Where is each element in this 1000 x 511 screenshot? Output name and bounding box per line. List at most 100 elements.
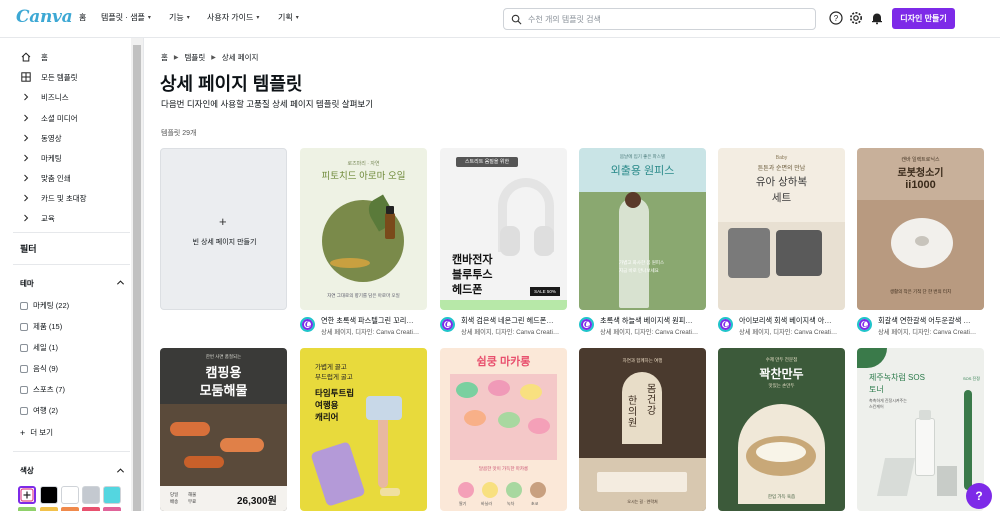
sidebar-divider [13, 264, 130, 265]
template-text: 튼튼과 순면의 만남 [757, 166, 806, 172]
show-more-link[interactable]: + 더 보기 [20, 427, 53, 438]
sidebar-item-business[interactable]: 비즈니스 [20, 89, 69, 105]
chevron-down-icon: ▾ [256, 15, 260, 21]
theme-checkbox-product[interactable]: 제품 (15) [20, 321, 62, 332]
sidebar-item-home[interactable]: 홈 [20, 49, 48, 65]
template-thumbnail[interactable]: 캔바 일렉트로닉스 로봇청소기 ii1000 생활의 작은 기적 단 한 번의 … [857, 148, 984, 310]
chevron-up-icon[interactable] [116, 278, 125, 287]
canva-logo[interactable]: Canva [16, 7, 73, 27]
template-text: 블루투스 [452, 269, 493, 281]
template-thumbnail[interactable]: 한번 사면 품절되는 캠핑용 모둠해물 당일 배송 해물 무료 26,300원 [160, 348, 287, 511]
creator-avatar[interactable]: C [300, 317, 315, 332]
template-thumbnail[interactable]: 로즈마리 · 자연 피토치드 아로마 오일 자연 그대로의 향기를 담은 아로마… [300, 148, 427, 310]
creator-avatar[interactable]: C [440, 317, 455, 332]
creator-avatar[interactable]: C [857, 317, 872, 332]
sidebar-item-all-templates[interactable]: 모든 템플릿 [20, 69, 78, 85]
template-title[interactable]: 초록색 하늘색 베이지색 원피… [600, 316, 704, 326]
template-thumbnail[interactable]: 쉼쿵 마카롱 달콤한 맛이 가득한 마카롱 딸기 바닐라 녹차 초코 [440, 348, 567, 511]
template-title[interactable]: 연한 초록색 파스텔그린 꼬리… [321, 316, 425, 326]
rainbow-plus-icon [20, 488, 34, 502]
sidebar-item-label: 모든 템플릿 [41, 72, 78, 82]
color-swatch-pink[interactable] [103, 507, 121, 511]
plus-icon: + [219, 214, 227, 229]
chevron-right-icon: ▶ [211, 55, 216, 61]
template-thumbnail[interactable]: 자연과 함께하는 여행 몸건강 한의원 오시는 길 · 연락처 [579, 348, 706, 511]
template-text: 자연과 함께하는 여행 [622, 358, 663, 363]
template-thumbnail[interactable]: 봄날에 입기 좋은 파스텔 외출용 원피스 가볍고 화사한 봄 원피스 지금 바… [579, 148, 706, 310]
flavor-badge [530, 482, 546, 498]
template-text: 맛있는 손만두 [768, 383, 795, 388]
color-picker-button[interactable] [18, 486, 36, 504]
sidebar-item-video[interactable]: 동영상 [20, 130, 62, 146]
oil-bottle-image [385, 213, 395, 239]
template-text: 당일 [170, 492, 179, 497]
color-swatch-gray[interactable] [82, 486, 100, 504]
help-circle-icon[interactable]: ? [829, 11, 843, 25]
template-subtitle: 상세 페이지, 디자인: Canva Creati… [600, 329, 699, 336]
search-input[interactable] [528, 12, 808, 26]
plus-icon: + [20, 427, 26, 438]
nav-planning[interactable]: 기획 ▾ [278, 12, 299, 23]
theme-checkbox-sale[interactable]: 세일 (1) [20, 342, 58, 353]
leaf-decoration [964, 390, 972, 490]
nav-features[interactable]: 기능 ▾ [169, 12, 190, 23]
checkbox[interactable] [20, 322, 28, 331]
creator-avatar[interactable]: C [579, 317, 594, 332]
template-title[interactable]: 회갈색 연한갈색 어두운갈색 … [878, 316, 982, 326]
theme-checkbox-food[interactable]: 음식 (9) [20, 363, 58, 374]
sidebar-item-education[interactable]: 교육 [20, 210, 55, 226]
sidebar-item-custom-print[interactable]: 맞춤 인쇄 [20, 170, 71, 186]
search-bar[interactable] [503, 8, 816, 30]
theme-checkbox-sports[interactable]: 스포츠 (7) [20, 384, 65, 395]
checkbox[interactable] [20, 364, 28, 373]
template-thumbnail[interactable]: 스트리트 음질을 위한 캔바전자 블루투스 헤드폰 SALE 50% [440, 148, 567, 310]
checkbox[interactable] [20, 385, 28, 394]
template-text: 헤드폰 [452, 284, 483, 296]
template-text: 26,300원 [237, 496, 277, 507]
template-thumbnail[interactable]: 가볍게 끌고 부드럽게 굴고 타임투트립 여행용 캐리어 [300, 348, 427, 511]
color-swatch-orange[interactable] [61, 507, 79, 511]
template-thumbnail[interactable]: 제주녹차럼 SOS 토너 촉촉하게 진정시켜주는 스킨케어 SOS 진정 [857, 348, 984, 511]
checkbox[interactable] [20, 301, 28, 310]
sidebar-scrollbar-thumb[interactable] [133, 45, 141, 511]
color-swatch-red[interactable] [82, 507, 100, 511]
create-design-button[interactable]: 디자인 만들기 [892, 8, 955, 29]
template-text: 부드럽게 굴고 [315, 374, 353, 381]
breadcrumb-home[interactable]: 홈 [161, 52, 168, 63]
checkbox-label: 스포츠 (7) [33, 385, 65, 394]
sidebar-item-social-media[interactable]: 소셜 미디어 [20, 110, 78, 126]
template-text: 오시는 길 · 연락처 [627, 499, 658, 504]
macaron-image [488, 380, 510, 396]
checkbox[interactable] [20, 406, 28, 415]
theme-checkbox-marketing[interactable]: 마케팅 (22) [20, 300, 69, 311]
help-button[interactable]: ? [966, 483, 992, 509]
headphone-earcup-image [500, 226, 520, 256]
color-swatch-yellow[interactable] [40, 507, 58, 511]
nav-templates[interactable]: 템플릿 · 샘플 ▾ [101, 12, 151, 23]
color-swatch-cyan[interactable] [103, 486, 121, 504]
sidebar-item-label: 비즈니스 [41, 92, 69, 102]
nav-user-guide[interactable]: 사용자 가이드 ▾ [207, 12, 259, 23]
color-heading: 색상 [20, 466, 34, 475]
nav-home[interactable]: 홈 [79, 12, 86, 23]
template-title[interactable]: 회색 검은색 네온그린 헤드폰… [461, 316, 565, 326]
sidebar-item-marketing[interactable]: 마케팅 [20, 150, 62, 166]
creator-avatar[interactable]: C [718, 317, 733, 332]
color-swatch-white[interactable] [61, 486, 79, 504]
bell-icon[interactable] [870, 11, 884, 25]
theme-checkbox-travel[interactable]: 여행 (2) [20, 405, 58, 416]
template-subtitle: 상세 페이지, 디자인: Canva Creati… [739, 329, 838, 336]
chevron-up-icon[interactable] [116, 466, 125, 475]
template-title[interactable]: 아이보리색 회색 베이지색 아… [739, 316, 843, 326]
breadcrumb-templates[interactable]: 템플릿 [185, 52, 206, 63]
color-swatch-green[interactable] [18, 507, 36, 511]
template-thumbnail[interactable]: 수제 만두 전문점 꽉찬만두 맛있는 손만두 한입 가득 육즙 [718, 348, 845, 511]
sidebar-item-cards-invitations[interactable]: 카드 및 초대장 [20, 190, 87, 206]
gear-icon[interactable] [849, 11, 863, 25]
color-swatch-black[interactable] [40, 486, 58, 504]
template-text: 유아 상하복 [755, 176, 808, 188]
create-blank-card[interactable]: + 빈 상세 페이지 만들기 [160, 148, 287, 310]
checkbox[interactable] [20, 343, 28, 352]
template-thumbnail[interactable]: Baby 튼튼과 순면의 만남 유아 상하복 세트 [718, 148, 845, 310]
macaron-image [528, 418, 550, 434]
